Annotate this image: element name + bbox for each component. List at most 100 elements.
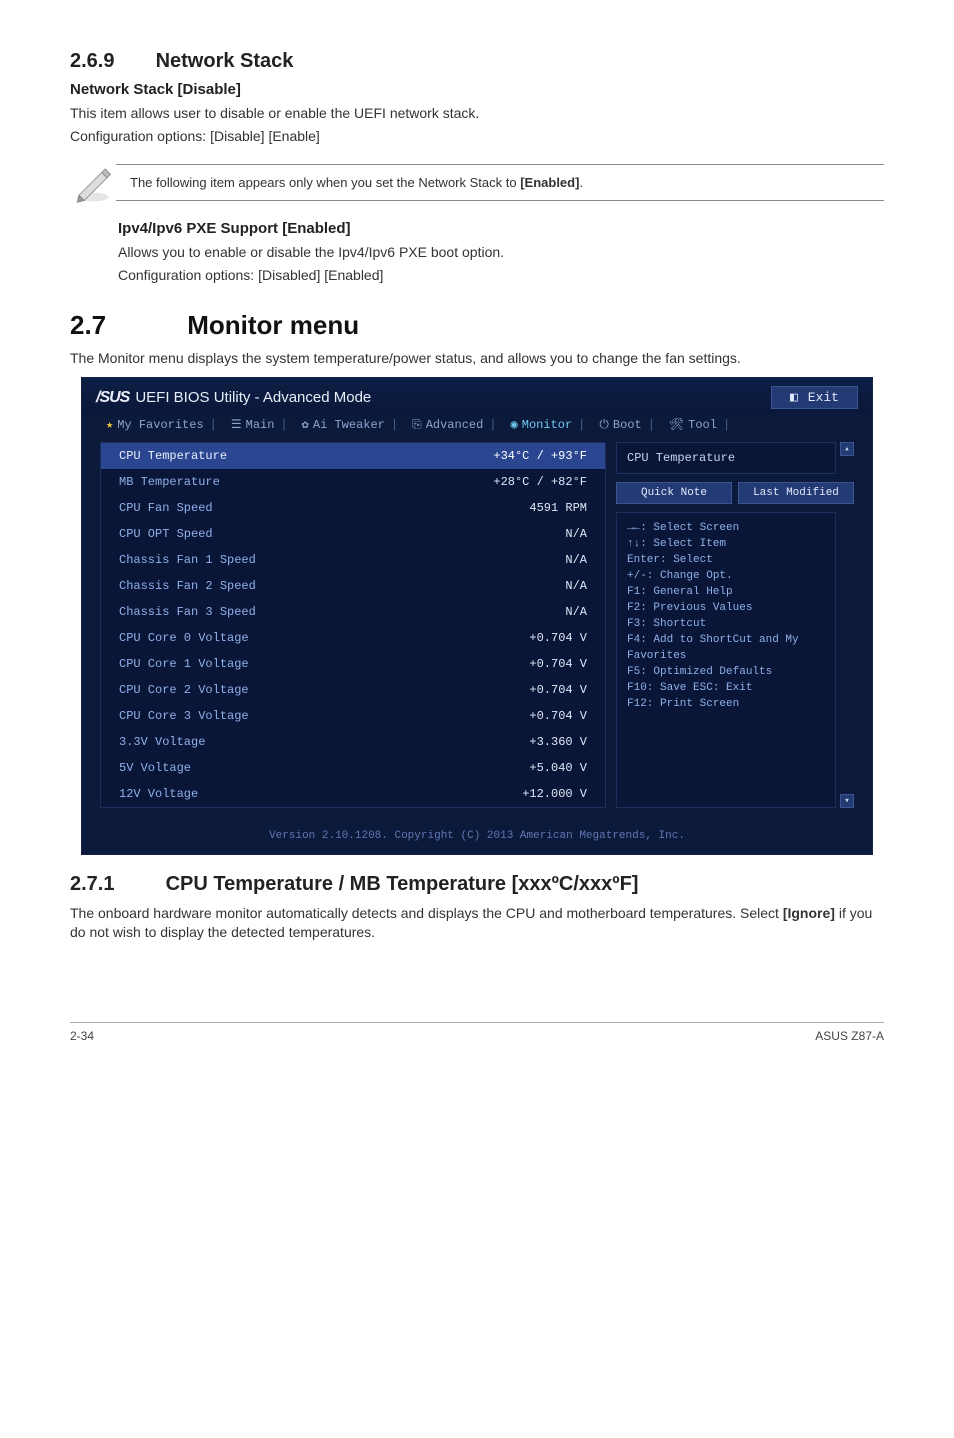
monitor-row[interactable]: CPU OPT Speed N/A — [101, 521, 605, 547]
tab-my-favorites[interactable]: ★ My Favorites| — [102, 417, 223, 432]
heading-title: CPU Temperature / MB Temperature [xxxºC/… — [166, 873, 639, 895]
last-modified-button[interactable]: Last Modified — [738, 482, 854, 504]
list-icon: ☰ — [231, 417, 242, 432]
monitor-row-value: +28°C / +82°F — [493, 475, 587, 489]
exit-icon: ◧ — [790, 390, 798, 405]
note-text: The following item appears only when you… — [116, 164, 884, 201]
monitor-row-value: N/A — [565, 605, 587, 619]
hint-line: F5: Optimized Defaults — [627, 665, 825, 681]
heading-number: 2.6.9 — [70, 50, 150, 73]
tab-ai-tweaker[interactable]: ✿ Ai Tweaker| — [298, 417, 404, 432]
monitor-row-value: +0.704 V — [529, 709, 587, 723]
tab-monitor[interactable]: ◉ Monitor| — [507, 417, 592, 432]
page-footer: 2-34 ASUS Z87-A — [70, 1022, 884, 1043]
bios-logo-title: /SUS UEFI BIOS Utility - Advanced Mode — [96, 389, 371, 407]
monitor-icon: ◉ — [511, 417, 518, 432]
tweaker-icon: ✿ — [302, 417, 309, 432]
monitor-row-label: Chassis Fan 1 Speed — [119, 553, 256, 567]
monitor-row[interactable]: 3.3V Voltage +3.360 V — [101, 729, 605, 755]
scroll-up-icon[interactable]: ▴ — [840, 442, 854, 456]
hint-line: F12: Print Screen — [627, 697, 825, 713]
body-text: The onboard hardware monitor automatical… — [70, 904, 884, 942]
body-text: Allows you to enable or disable the Ipv4… — [118, 243, 884, 262]
heading-2-7-1: 2.7.1 CPU Temperature / MB Temperature [… — [70, 873, 884, 896]
subheading-network-stack-disable: Network Stack [Disable] — [70, 81, 884, 98]
tab-tool[interactable]: 🛠 Tool| — [665, 417, 736, 432]
tab-boot[interactable]: ⏻ Boot| — [595, 417, 661, 432]
hint-line: ↑↓: Select Item — [627, 537, 825, 553]
monitor-row-value: +0.704 V — [529, 631, 587, 645]
tool-icon: 🛠 — [669, 417, 684, 432]
bios-version-footer: Version 2.10.1208. Copyright (C) 2013 Am… — [82, 822, 872, 854]
note-box: The following item appears only when you… — [70, 160, 884, 206]
page-number: 2-34 — [70, 1029, 94, 1043]
indented-option-block: Ipv4/Ipv6 PXE Support [Enabled] Allows y… — [118, 220, 884, 285]
body-text: The Monitor menu displays the system tem… — [70, 349, 884, 368]
hint-line: F2: Previous Values — [627, 601, 825, 617]
subheading-pxe-support: Ipv4/Ipv6 PXE Support [Enabled] — [118, 220, 884, 237]
tab-advanced[interactable]: ⎘ Advanced| — [408, 417, 502, 432]
monitor-row-label: Chassis Fan 2 Speed — [119, 579, 256, 593]
monitor-row-label: CPU OPT Speed — [119, 527, 213, 541]
bios-screenshot: /SUS UEFI BIOS Utility - Advanced Mode ◧… — [81, 377, 873, 855]
monitor-row[interactable]: MB Temperature +28°C / +82°F — [101, 469, 605, 495]
hint-line: →←: Select Screen — [627, 521, 825, 537]
monitor-row-value: +34°C / +93°F — [493, 449, 587, 463]
monitor-row-label: CPU Core 2 Voltage — [119, 683, 249, 697]
monitor-row[interactable]: CPU Core 1 Voltage +0.704 V — [101, 651, 605, 677]
star-icon: ★ — [106, 417, 113, 432]
hint-line: F4: Add to ShortCut and My Favorites — [627, 633, 825, 665]
monitor-row[interactable]: 12V Voltage+12.000 V — [101, 781, 605, 807]
monitor-row-value: +0.704 V — [529, 683, 587, 697]
scroll-down-icon[interactable]: ▾ — [840, 794, 854, 808]
monitor-row-label: 3.3V Voltage — [119, 735, 205, 749]
hint-line: F10: Save ESC: Exit — [627, 681, 825, 697]
monitor-row-value: N/A — [565, 527, 587, 541]
monitor-row[interactable]: CPU Core 3 Voltage +0.704 V — [101, 703, 605, 729]
monitor-row[interactable]: 5V Voltage+5.040 V — [101, 755, 605, 781]
monitor-row-value: +5.040 V — [529, 761, 587, 775]
monitor-row-label: CPU Fan Speed — [119, 501, 213, 515]
heading-title: Network Stack — [156, 50, 294, 72]
monitor-row-value: +0.704 V — [529, 657, 587, 671]
heading-number: 2.7 — [70, 310, 180, 341]
monitor-row-value: N/A — [565, 579, 587, 593]
monitor-row[interactable]: Chassis Fan 2 Speed N/A — [101, 573, 605, 599]
body-text: Configuration options: [Disabled] [Enabl… — [118, 266, 884, 285]
monitor-row-label: CPU Core 3 Voltage — [119, 709, 249, 723]
hint-line: +/-: Change Opt. — [627, 569, 825, 585]
hint-line: F3: Shortcut — [627, 617, 825, 633]
power-icon: ⏻ — [599, 418, 609, 432]
quick-note-button[interactable]: Quick Note — [616, 482, 732, 504]
heading-2-6-9: 2.6.9 Network Stack — [70, 50, 884, 73]
monitor-row-label: Chassis Fan 3 Speed — [119, 605, 256, 619]
monitor-row-label: CPU Core 0 Voltage — [119, 631, 249, 645]
monitor-row-label: CPU Temperature — [119, 449, 227, 463]
tab-main[interactable]: ☰ Main| — [227, 417, 294, 432]
monitor-row[interactable]: CPU Core 0 Voltage +0.704 V — [101, 625, 605, 651]
monitor-row[interactable]: CPU Core 2 Voltage +0.704 V — [101, 677, 605, 703]
body-text: Configuration options: [Disable] [Enable… — [70, 127, 884, 146]
monitor-row-label: CPU Core 1 Voltage — [119, 657, 249, 671]
monitor-row[interactable]: Chassis Fan 3 Speed N/A — [101, 599, 605, 625]
monitor-row[interactable]: Chassis Fan 1 Speed N/A — [101, 547, 605, 573]
monitor-row[interactable]: CPU Temperature +34°C / +93°F — [101, 443, 605, 469]
body-text: This item allows user to disable or enab… — [70, 104, 884, 123]
heading-number: 2.7.1 — [70, 873, 160, 896]
bios-tab-bar: ★ My Favorites| ☰ Main| ✿ Ai Tweaker| ⎘ … — [82, 413, 872, 442]
hint-line: F1: General Help — [627, 585, 825, 601]
monitor-row-value: +3.360 V — [529, 735, 587, 749]
monitor-row-value: 4591 RPM — [529, 501, 587, 515]
pen-note-icon — [70, 160, 116, 206]
page-content: 2.6.9 Network Stack Network Stack [Disab… — [0, 0, 954, 1073]
product-name: ASUS Z87-A — [815, 1029, 884, 1043]
monitor-row-value: N/A — [565, 553, 587, 567]
exit-button[interactable]: ◧ Exit — [771, 386, 858, 409]
advanced-icon: ⎘ — [412, 418, 422, 432]
heading-title: Monitor menu — [187, 310, 359, 340]
keyboard-hints-panel: →←: Select Screen↑↓: Select ItemEnter: S… — [616, 512, 836, 808]
bios-main-panel: CPU Temperature +34°C / +93°F MB Temperatu… — [100, 442, 606, 808]
monitor-row-value: +12.000 V — [522, 787, 587, 801]
monitor-row[interactable]: CPU Fan Speed 4591 RPM — [101, 495, 605, 521]
monitor-row-label: MB Temperature — [119, 475, 220, 489]
